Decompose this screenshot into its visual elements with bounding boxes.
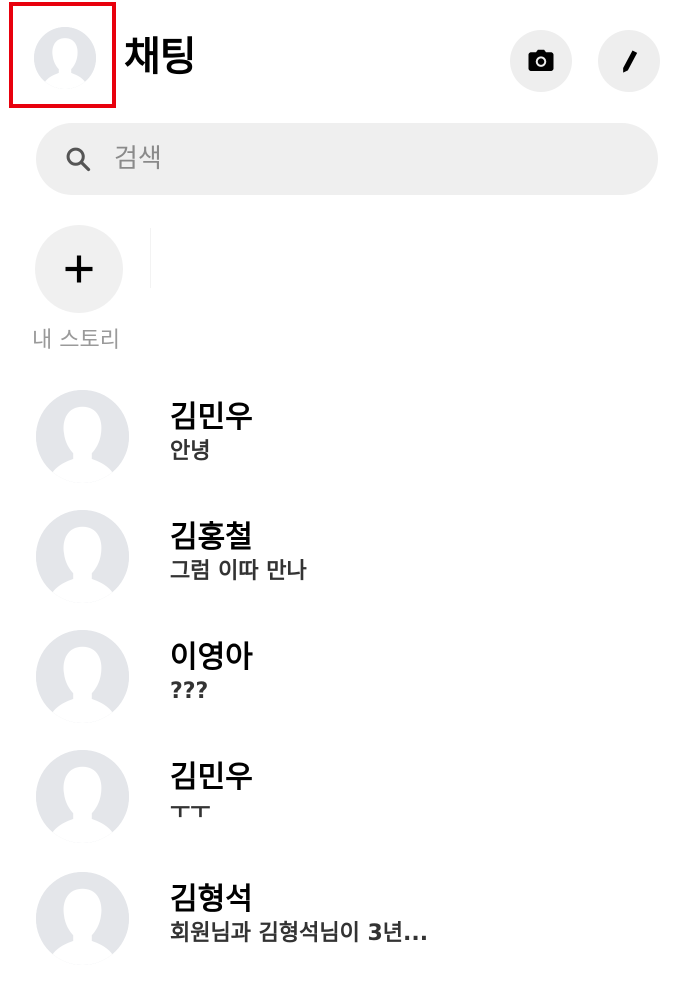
- user-avatar-icon: [36, 390, 129, 483]
- chat-list-item[interactable]: 김형석 회원님과 김형석님이 3년...: [0, 872, 694, 982]
- my-story-label: 내 스토리: [32, 328, 120, 353]
- user-avatar-icon: [36, 510, 129, 603]
- chat-list-item[interactable]: 김홍철 그럼 이따 만나: [0, 510, 694, 620]
- chat-name: 김민우: [170, 400, 253, 435]
- page-title: 채팅: [124, 34, 197, 80]
- avatar: [36, 750, 129, 843]
- chat-name: 김형석: [170, 882, 253, 917]
- chat-name: 김홍철: [170, 520, 253, 555]
- chat-preview: ㅜㅜ: [170, 799, 211, 824]
- plus-icon: [65, 255, 93, 283]
- story-divider: [150, 228, 151, 288]
- search-bar[interactable]: [36, 123, 658, 195]
- user-avatar-icon: [36, 872, 129, 965]
- chat-list-item[interactable]: 김민우 안녕: [0, 390, 694, 500]
- search-icon: [66, 147, 91, 172]
- search-input[interactable]: [112, 143, 616, 175]
- avatar: [36, 390, 129, 483]
- user-avatar-icon: [36, 750, 129, 843]
- avatar: [36, 510, 129, 603]
- chat-preview: 그럼 이따 만나: [170, 559, 307, 584]
- chat-name: 김민우: [170, 760, 253, 795]
- add-story-button[interactable]: [35, 225, 123, 313]
- chat-name: 이영아: [170, 640, 253, 675]
- pencil-icon: [623, 50, 638, 73]
- camera-icon: [528, 49, 554, 71]
- user-avatar-icon: [36, 630, 129, 723]
- chat-preview: 회원님과 김형석님이 3년...: [170, 921, 429, 946]
- avatar: [36, 630, 129, 723]
- avatar: [36, 872, 129, 965]
- chat-preview: 안녕: [170, 439, 211, 464]
- camera-button[interactable]: [510, 30, 572, 92]
- chat-list-item[interactable]: 김민우 ㅜㅜ: [0, 750, 694, 860]
- chat-preview: ???: [170, 679, 209, 704]
- new-message-button[interactable]: [598, 30, 660, 92]
- profile-highlight-box: [9, 2, 116, 108]
- chat-list-item[interactable]: 이영아 ???: [0, 630, 694, 740]
